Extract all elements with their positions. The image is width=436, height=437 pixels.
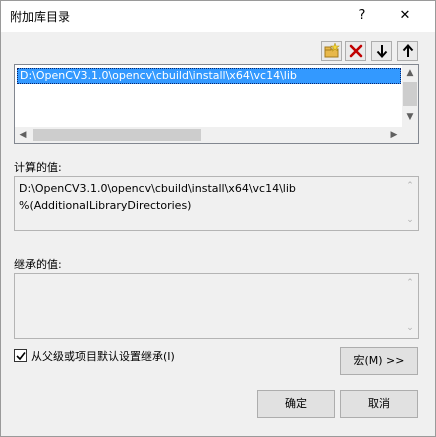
list-horizontal-scrollbar[interactable]: ◀ ▶: [15, 127, 402, 143]
inherited-value-box: ⌃ ⌄: [14, 273, 419, 339]
move-up-button[interactable]: [397, 41, 418, 61]
evaluated-value-line-2: %(AdditionalLibraryDirectories): [19, 199, 192, 212]
move-down-button[interactable]: [371, 41, 392, 61]
additional-library-directories-dialog: 附加库目录 ? ✕ D:\OpenCV3.1.0\opencv\cbuild\i…: [0, 0, 436, 437]
inherited-value-label: 继承的值:: [14, 258, 62, 271]
arrow-down-icon: [376, 45, 388, 58]
dialog-title: 附加库目录: [10, 10, 71, 24]
scroll-down-arrow-icon: ⌄: [406, 215, 414, 225]
new-folder-icon: [324, 43, 340, 58]
horizontal-scroll-thumb[interactable]: [33, 129, 201, 141]
arrow-up-icon: [402, 44, 414, 57]
list-vertical-scrollbar[interactable]: ▲ ▼: [402, 65, 418, 127]
ok-button[interactable]: 确定: [257, 390, 335, 418]
evaluated-vertical-scrollbar: ⌃ ⌄: [402, 177, 418, 230]
directory-path: D:\OpenCV3.1.0\opencv\cbuild\install\x64…: [20, 69, 297, 82]
evaluated-value-label: 计算的值:: [14, 161, 62, 174]
new-line-button[interactable]: [321, 41, 342, 61]
evaluated-value-box: D:\OpenCV3.1.0\opencv\cbuild\install\x64…: [14, 176, 419, 231]
close-button[interactable]: ✕: [393, 4, 417, 28]
scroll-down-arrow-icon: ⌄: [406, 323, 414, 333]
scrollbar-corner: [402, 127, 418, 143]
help-button[interactable]: ?: [350, 4, 374, 28]
checkmark-icon: [16, 352, 26, 361]
scroll-right-arrow-icon[interactable]: ▶: [386, 127, 402, 143]
scroll-left-arrow-icon[interactable]: ◀: [15, 127, 31, 143]
cancel-button[interactable]: 取消: [340, 390, 418, 418]
directory-row-selected[interactable]: D:\OpenCV3.1.0\opencv\cbuild\install\x64…: [17, 68, 401, 84]
delete-line-button[interactable]: [345, 41, 366, 61]
inherited-vertical-scrollbar: ⌃ ⌄: [402, 274, 418, 338]
scroll-up-arrow-icon[interactable]: ▲: [402, 65, 418, 81]
macros-button[interactable]: 宏(M) >>: [340, 347, 418, 375]
inherit-checkbox-label[interactable]: 从父级或项目默认设置继承(I): [31, 348, 175, 364]
delete-x-icon: [349, 44, 363, 58]
scroll-up-arrow-icon: ⌃: [406, 181, 414, 191]
scroll-down-arrow-icon[interactable]: ▼: [402, 109, 418, 125]
vertical-scroll-thumb[interactable]: [403, 82, 417, 106]
evaluated-value-line-1: D:\OpenCV3.1.0\opencv\cbuild\install\x64…: [19, 182, 296, 195]
scroll-up-arrow-icon: ⌃: [406, 278, 414, 288]
title-bar: 附加库目录 ? ✕: [1, 1, 435, 32]
inherit-checkbox[interactable]: [14, 349, 27, 362]
directory-list[interactable]: D:\OpenCV3.1.0\opencv\cbuild\install\x64…: [14, 64, 419, 144]
